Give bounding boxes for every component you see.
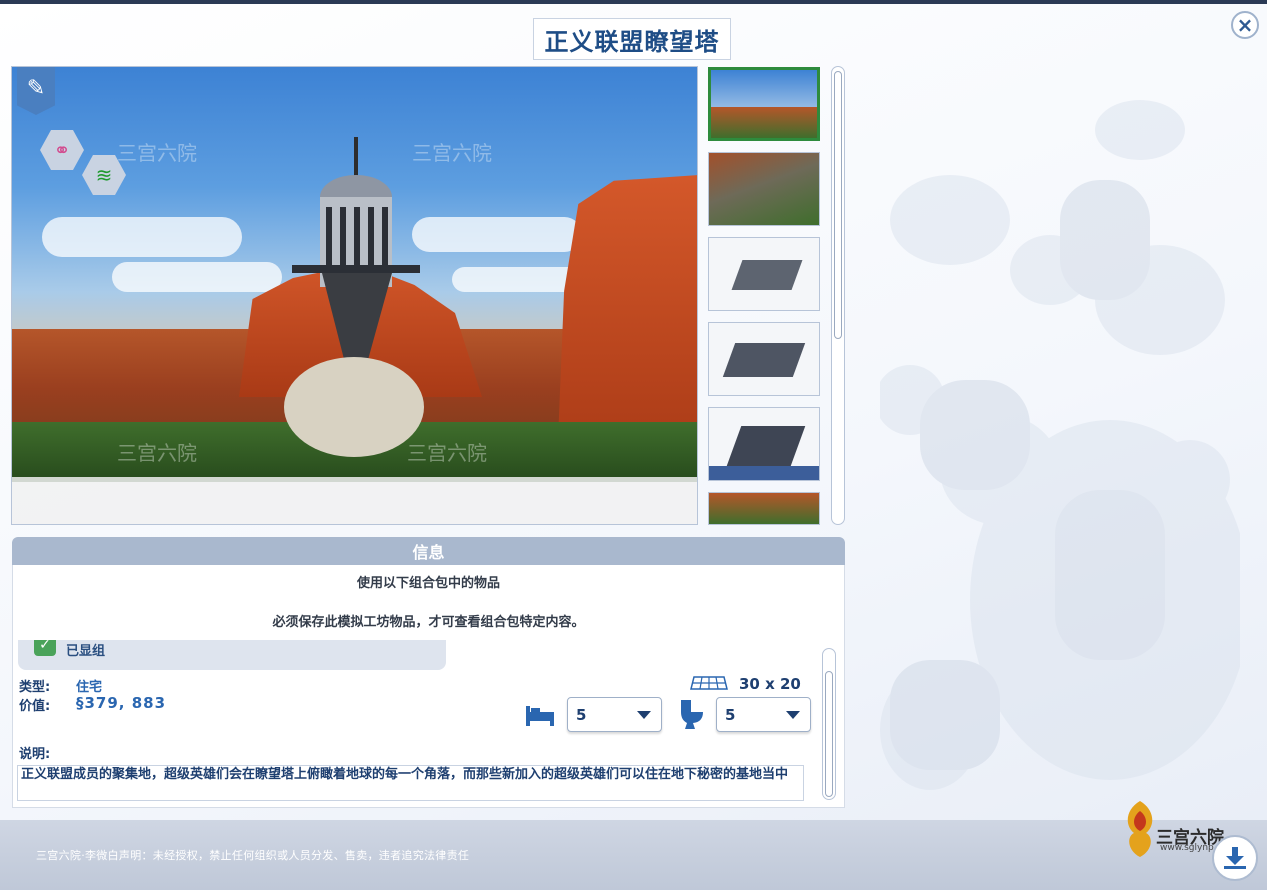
info-header-label: 信息 [412,543,445,562]
thumbnail-floorplan-2[interactable] [708,322,820,396]
lot-size-icon [690,676,728,690]
download-icon [1224,847,1246,869]
disclaimer-text: 三宫六院·李微白声明：未经授权，禁止任何组织或人员分发、售卖，违者追究法律责任 [36,849,470,862]
watermark-text: 三宫六院 [412,141,492,165]
bedrooms-value: 5 [576,706,587,724]
toilet-icon [681,700,703,729]
cloud [112,262,282,292]
wrench-icon[interactable]: ✎ [17,67,55,115]
watchtower-illustration [284,137,424,457]
cloud [42,217,242,257]
chevron-down-icon [637,711,651,719]
type-label: 类型: [19,680,51,695]
background-decor-art [880,100,1240,790]
lot-preview-image: ✎ ⚭ ≋ 三宫六院 三宫六院 三宫六院 三宫六院 [11,66,698,525]
watermark-text: 三宫六院 [117,441,197,465]
title-box: 正义联盟瞭望塔 [533,18,731,60]
thumbnail-floorplan-1[interactable] [708,237,820,311]
close-button[interactable]: × [1231,11,1259,39]
value-amount: §379, 883 [76,694,167,712]
bedrooms-select[interactable]: 5 [567,697,662,732]
lot-size-value: 30 x 20 [739,675,801,693]
thumbnail-floorplan-3[interactable] [708,407,820,481]
pack-item-label: 已显组 [66,644,106,659]
thumbnail-scrollbar[interactable] [831,66,845,525]
image-fade-overlay [12,477,697,524]
type-value: 住宅 [76,680,103,695]
watermark-text: 三宫六院 [117,141,197,165]
bathrooms-select[interactable]: 5 [716,697,811,732]
description-label: 说明: [19,747,51,762]
save-notice: 必须保存此模拟工坊物品，才可查看组合包特定内容。 [272,615,585,630]
info-header: 信息 [12,537,845,565]
description-text: 正义联盟成员的聚集地，超级英雄们会在瞭望塔上俯瞰着地球的每一个角落，而那些新加入… [17,765,804,801]
scrollbar-handle[interactable] [834,71,842,339]
page-title: 正义联盟瞭望塔 [544,27,720,56]
bathrooms-value: 5 [725,706,736,724]
bed-icon [526,706,554,726]
thumbnail-exterior-2[interactable] [708,492,820,525]
thumbnail-aerial[interactable] [708,152,820,226]
check-icon: ✓ [34,640,56,656]
value-label: 价值: [19,699,51,714]
pack-item-row[interactable]: ✓ 已显组 [18,640,446,670]
watermark-text: 三宫六院 [407,441,487,465]
cloud [412,217,582,252]
info-scrollbar[interactable] [822,648,836,800]
close-icon: × [1236,13,1254,37]
download-button[interactable] [1212,835,1258,881]
scrollbar-handle[interactable] [825,671,833,797]
chevron-down-icon [786,711,800,719]
thumbnail-exterior[interactable] [708,67,820,141]
pack-notice: 使用以下组合包中的物品 [356,576,500,591]
